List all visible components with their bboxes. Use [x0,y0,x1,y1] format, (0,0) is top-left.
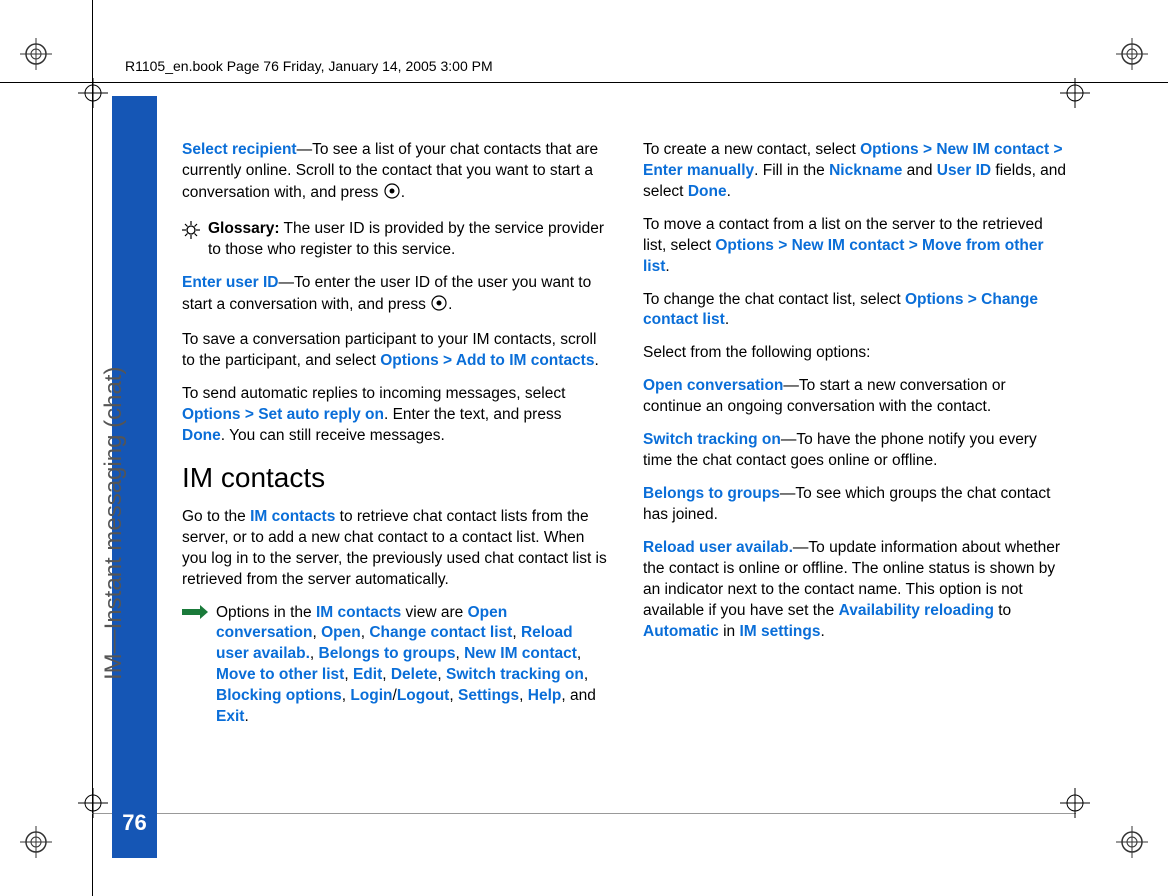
para-open-conversation: Open conversation—To start a new convers… [643,376,1068,418]
para-select-following: Select from the following options: [643,343,1068,364]
para-reload-availability: Reload user availab.—To update informati… [643,538,1068,643]
options-note: Options in the IM contacts view are Open… [182,603,607,729]
section-title-text: IM—Instant messaging (chat) [100,367,128,680]
para-change-list: To change the chat contact list, select … [643,290,1068,332]
term: Open conversation [643,377,783,394]
registration-mark-icon [20,38,52,70]
crop-cross-icon [1060,78,1090,108]
glossary-label: Glossary: [208,220,280,237]
para-new-contact: To create a new contact, select Options … [643,140,1068,203]
crop-line-top [0,82,1168,83]
para-select-recipient: Select recipient—To see a list of your c… [182,140,607,207]
term: Enter user ID [182,274,278,291]
registration-mark-icon [1116,38,1148,70]
column-right: To create a new contact, select Options … [643,140,1068,796]
glossary-note: Glossary: The user ID is provided by the… [182,219,607,261]
section-title-vertical: IM—Instant messaging (chat) [100,0,128,300]
page-number: 76 [112,810,157,836]
para-im-contacts-intro: Go to the IM contacts to retrieve chat c… [182,507,607,591]
column-left: Select recipient—To see a list of your c… [182,140,607,796]
menu-path: Options > Add to IM contacts [380,352,594,369]
menu-path: Options > Set auto reply on [182,406,384,423]
para-switch-tracking: Switch tracking on—To have the phone not… [643,430,1068,472]
registration-mark-icon [1116,826,1148,858]
joystick-icon [383,182,401,207]
term: IM contacts [250,508,335,525]
page-header: R1105_en.book Page 76 Friday, January 14… [125,58,493,74]
term: Switch tracking on [643,431,781,448]
heading-im-contacts: IM contacts [182,459,607,497]
glossary-text: Glossary: The user ID is provided by the… [208,219,607,261]
softkey: Done [182,427,221,444]
term: Select recipient [182,141,297,158]
page-content: Select recipient—To see a list of your c… [182,140,1068,796]
joystick-icon [430,294,448,319]
registration-mark-icon [20,826,52,858]
crop-line-bottom [92,813,1076,814]
para-save-contact: To save a conversation participant to yo… [182,330,607,372]
crop-line-left [92,0,93,896]
term: Reload user availab. [643,539,793,556]
para-belongs-to-groups: Belongs to groups—To see which groups th… [643,484,1068,526]
glossary-icon [182,221,200,261]
para-move-contact: To move a contact from a list on the ser… [643,215,1068,278]
crop-cross-icon [78,788,108,818]
term: Belongs to groups [643,485,780,502]
para-auto-reply: To send automatic replies to incoming me… [182,384,607,447]
options-arrow-icon [182,605,208,729]
options-list: Options in the IM contacts view are Open… [216,603,607,729]
para-enter-user-id: Enter user ID—To enter the user ID of th… [182,273,607,319]
